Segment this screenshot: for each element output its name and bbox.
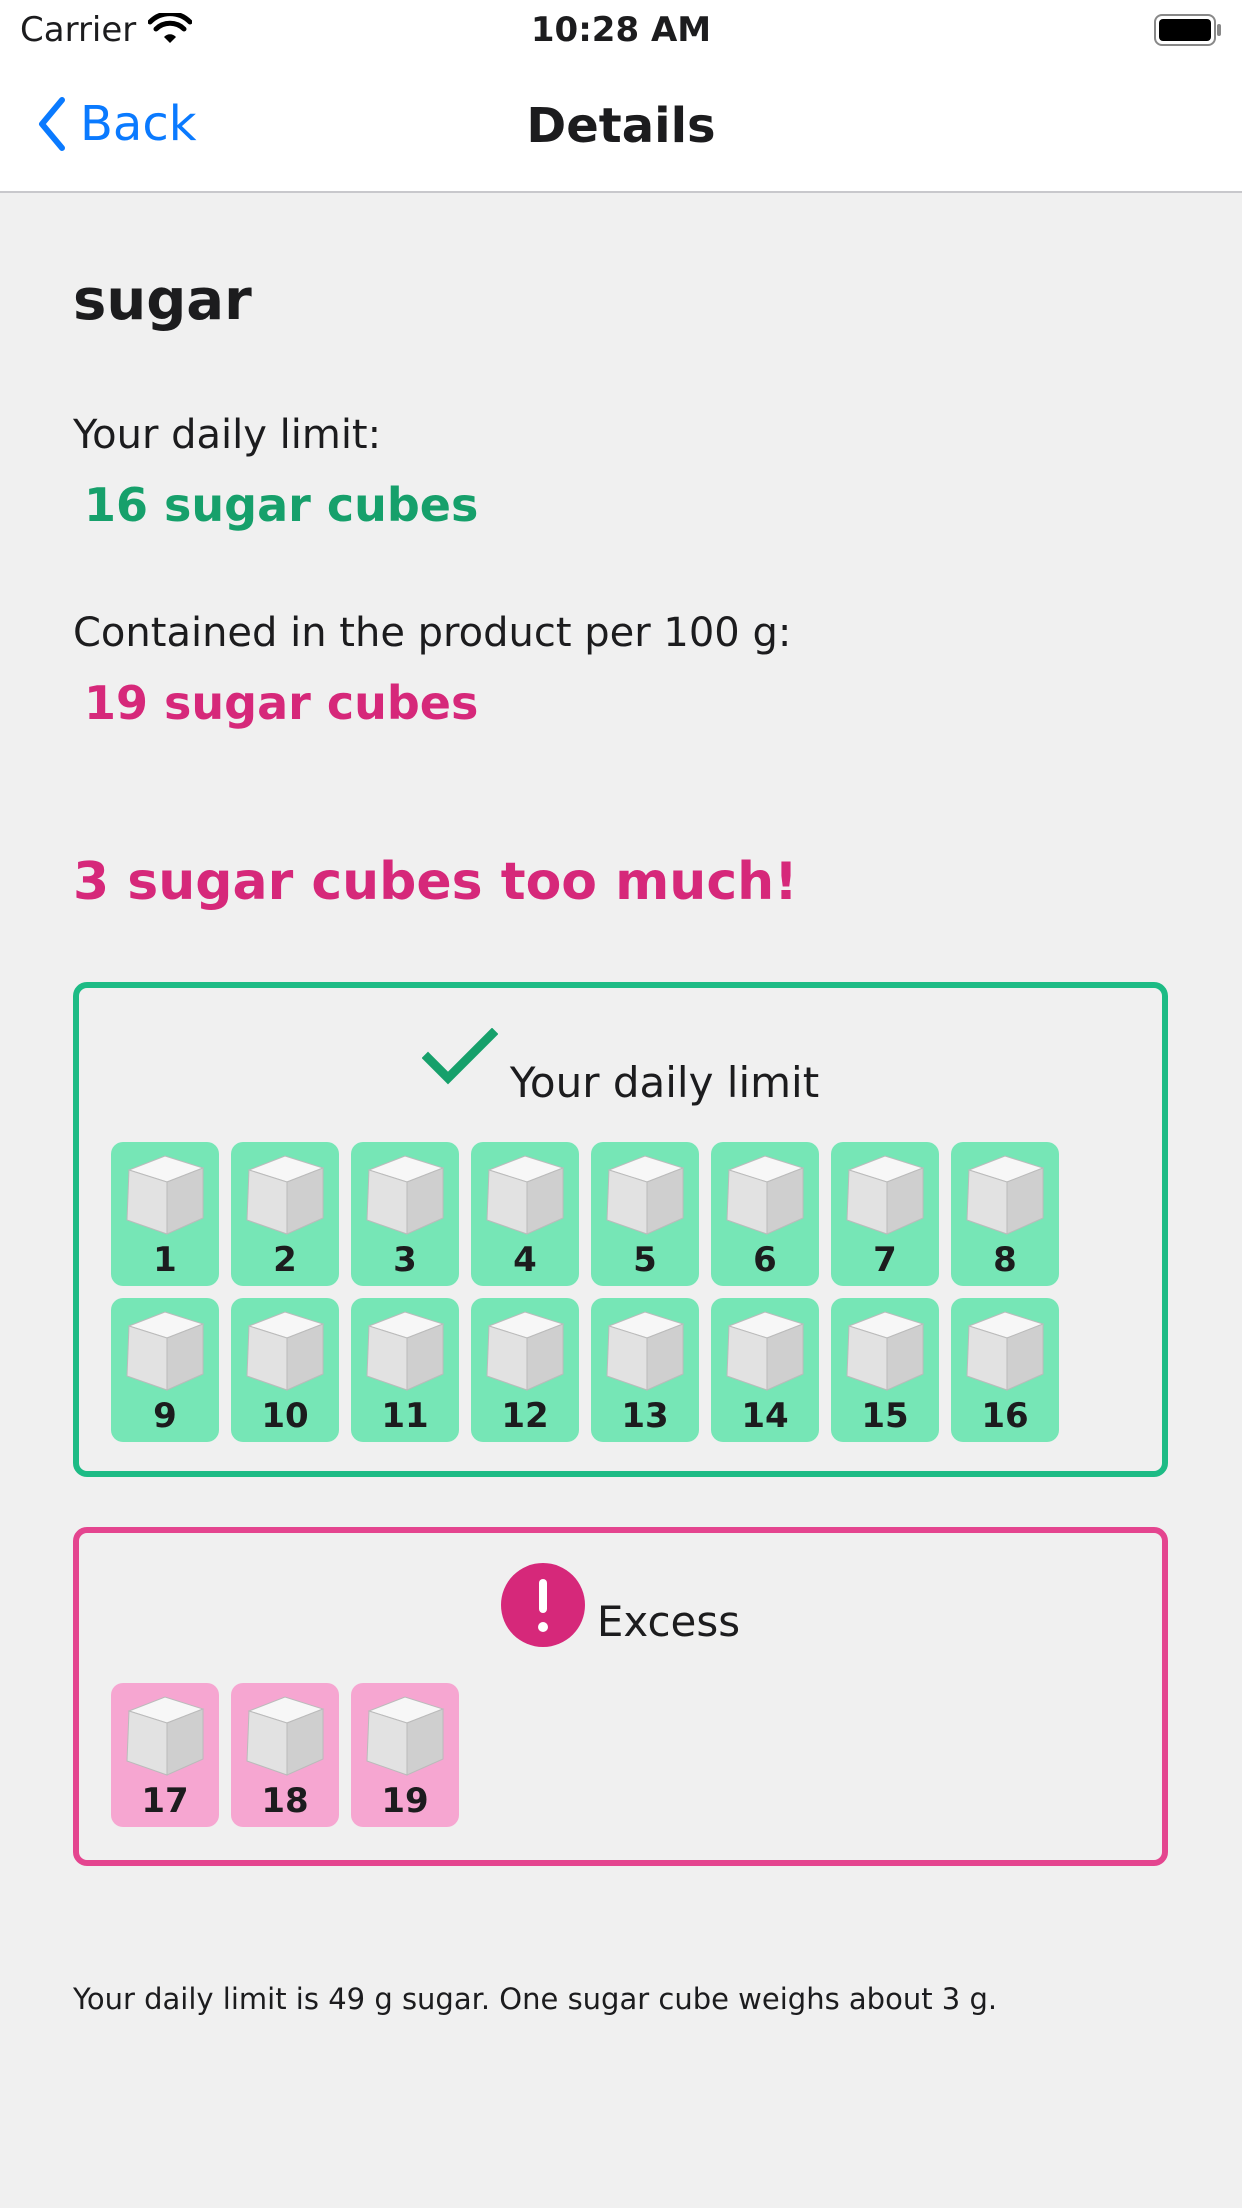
sugar-cube-number: 15: [861, 1396, 909, 1436]
product-name: sugar: [73, 268, 252, 333]
sugar-cube-number: 16: [981, 1396, 1029, 1436]
excess-cube-grid: 17 18 19: [111, 1683, 1111, 1827]
sugar-cube-tile: 5: [591, 1142, 699, 1286]
battery-icon: [1154, 14, 1221, 46]
sugar-cube-icon: [726, 1155, 805, 1235]
navigation-bar: Back Details: [0, 60, 1242, 193]
footer-note: Your daily limit is 49 g sugar. One suga…: [73, 1982, 998, 2016]
sugar-cube-icon: [126, 1155, 205, 1235]
sugar-cube-number: 8: [993, 1240, 1017, 1280]
sugar-cube-tile: 9: [111, 1298, 219, 1442]
sugar-cube-icon: [726, 1311, 805, 1391]
sugar-cube-icon: [846, 1311, 925, 1391]
sugar-cube-icon: [366, 1155, 445, 1235]
sugar-cube-number: 9: [153, 1396, 177, 1436]
sugar-cube-icon: [246, 1155, 325, 1235]
exclamation-icon: [500, 1563, 585, 1647]
contained-label: Contained in the product per 100 g:: [73, 610, 792, 656]
sugar-cube-number: 6: [753, 1240, 777, 1280]
sugar-cube-icon: [126, 1696, 205, 1776]
contained-value: 19 sugar cubes: [84, 676, 479, 730]
status-time: 10:28 AM: [530, 10, 712, 50]
sugar-cube-icon: [366, 1696, 445, 1776]
sugar-cube-number: 4: [513, 1240, 537, 1280]
sugar-cube-number: 19: [381, 1781, 429, 1821]
sugar-cube-icon: [486, 1155, 565, 1235]
sugar-cube-number: 10: [261, 1396, 309, 1436]
sugar-cube-tile: 6: [711, 1142, 819, 1286]
checkmark-icon: [421, 1028, 498, 1085]
sugar-cube-icon: [126, 1311, 205, 1391]
sugar-cube-tile: 15: [831, 1298, 939, 1442]
sugar-cube-tile: 10: [231, 1298, 339, 1442]
sugar-cube-tile: 17: [111, 1683, 219, 1827]
daily-limit-box-header: Your daily limit: [79, 1028, 1162, 1108]
sugar-cube-icon: [366, 1311, 445, 1391]
sugar-cube-tile: 3: [351, 1142, 459, 1286]
sugar-cube-tile: 19: [351, 1683, 459, 1827]
sugar-cube-tile: 8: [951, 1142, 1059, 1286]
sugar-cube-tile: 1: [111, 1142, 219, 1286]
sugar-cube-icon: [486, 1311, 565, 1391]
daily-limit-box-title: Your daily limit: [509, 1058, 820, 1107]
daily-limit-value: 16 sugar cubes: [84, 478, 479, 532]
sugar-cube-number: 14: [741, 1396, 789, 1436]
sugar-cube-icon: [606, 1311, 685, 1391]
sugar-cube-number: 3: [393, 1240, 417, 1280]
sugar-cube-icon: [606, 1155, 685, 1235]
sugar-cube-number: 18: [261, 1781, 309, 1821]
sugar-cube-icon: [246, 1311, 325, 1391]
sugar-cube-tile: 7: [831, 1142, 939, 1286]
daily-limit-box: Your daily limit 1 2 3 4 5 6 7 8 9 10 11 12 13 14 15 16: [73, 982, 1168, 1477]
sugar-cube-number: 13: [621, 1396, 669, 1436]
excess-box-title: Excess: [596, 1597, 741, 1646]
status-bar: Carrier 10:28 AM: [0, 0, 1242, 60]
sugar-cube-icon: [246, 1696, 325, 1776]
sugar-cube-number: 1: [153, 1240, 177, 1280]
sugar-cube-tile: 2: [231, 1142, 339, 1286]
sugar-cube-tile: 12: [471, 1298, 579, 1442]
sugar-cube-number: 17: [141, 1781, 189, 1821]
sugar-cube-icon: [846, 1155, 925, 1235]
sugar-cube-tile: 14: [711, 1298, 819, 1442]
daily-limit-label: Your daily limit:: [73, 412, 382, 458]
sugar-cube-icon: [966, 1155, 1045, 1235]
sugar-cube-number: 5: [633, 1240, 657, 1280]
daily-limit-cube-grid: 1 2 3 4 5 6 7 8 9 10 11 12 13 14 15 16: [111, 1142, 1111, 1442]
sugar-cube-tile: 16: [951, 1298, 1059, 1442]
sugar-cube-tile: 4: [471, 1142, 579, 1286]
excess-box-header: Excess: [79, 1563, 1162, 1647]
sugar-cube-tile: 11: [351, 1298, 459, 1442]
sugar-cube-icon: [966, 1311, 1045, 1391]
page-title: Details: [526, 98, 716, 154]
sugar-cube-number: 7: [873, 1240, 897, 1280]
sugar-cube-number: 2: [273, 1240, 297, 1280]
sugar-cube-tile: 18: [231, 1683, 339, 1827]
excess-box: Excess 17 18 19: [73, 1527, 1168, 1866]
sugar-cube-number: 12: [501, 1396, 549, 1436]
sugar-cube-number: 11: [381, 1396, 429, 1436]
sugar-cube-tile: 13: [591, 1298, 699, 1442]
excess-headline: 3 sugar cubes too much!: [73, 852, 798, 912]
